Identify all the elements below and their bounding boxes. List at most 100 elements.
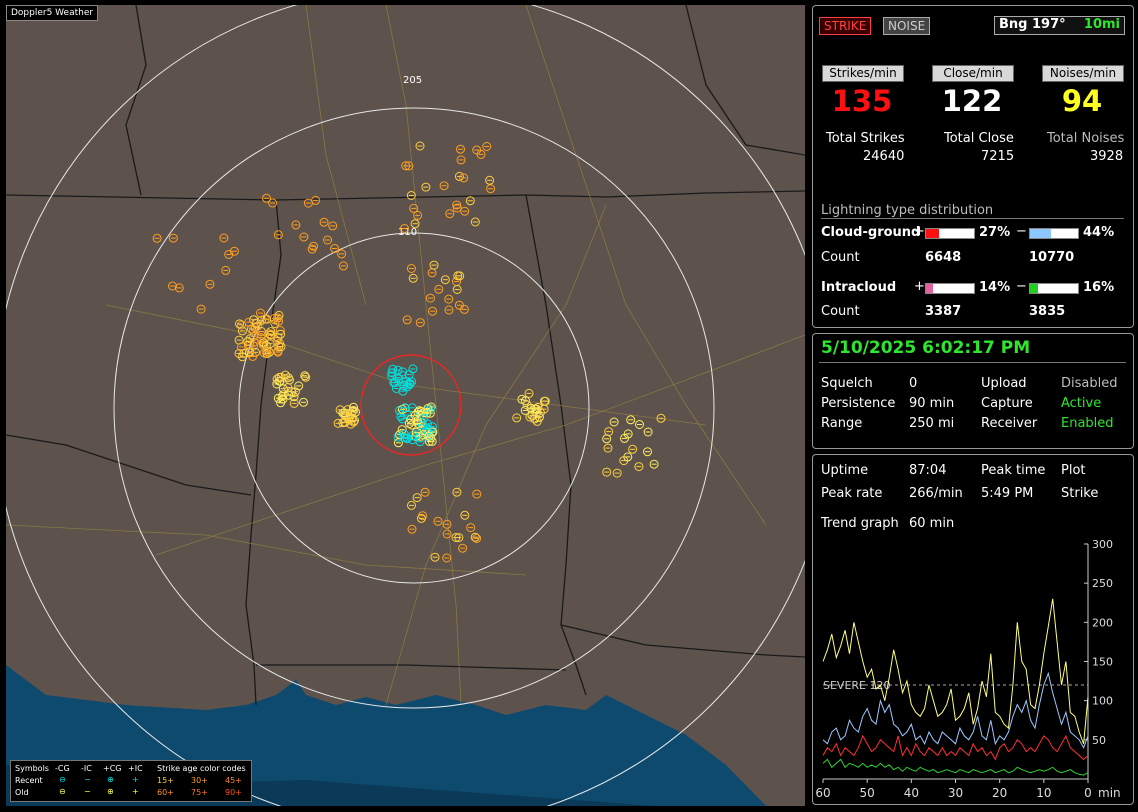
legend-old-pos-cg-icon: ⊕	[107, 787, 114, 796]
y-tick-label: 250	[1092, 577, 1113, 590]
peak-rate-label: Peak rate	[821, 486, 883, 501]
trend-graph: 3002502001501005060 50 40 30 20 10 0 minSEVERE …	[815, 539, 1121, 800]
legend-recent-pos-ic-icon: +	[132, 775, 139, 784]
trend-series-2	[822, 734, 1089, 761]
trend-series-3	[822, 758, 1089, 776]
y-tick-label: 300	[1092, 539, 1113, 551]
ic-count-label: Count	[821, 304, 860, 319]
legend-old-pos-ic-icon: +	[132, 787, 139, 796]
strike-indicator[interactable]: STRIKE	[819, 17, 872, 35]
cg-pos-count: 6648	[925, 250, 962, 265]
cg-count-label: Count	[821, 250, 860, 265]
trend-value[interactable]: 60 min	[909, 516, 954, 531]
total-noises-value: 3928	[1090, 149, 1124, 164]
lightning-map[interactable]: 205 110 Doppler5 Weather Symbols -CG -IC …	[6, 5, 805, 806]
symbol-legend: Symbols -CG -IC +CG +IC Strike age color…	[10, 760, 252, 802]
y-tick-label: 150	[1092, 656, 1113, 669]
capture-label: Capture	[981, 396, 1033, 411]
state-border	[6, 190, 805, 201]
ic-neg-count: 3835	[1029, 304, 1066, 319]
legend-recent-neg-cg-icon: ⊖	[59, 775, 66, 784]
uptime-value: 87:04	[909, 463, 947, 478]
legend-age-45: 45+	[225, 776, 242, 785]
settings-divider	[819, 362, 1126, 363]
datetime: 5/10/2025 6:02:17 PM	[821, 338, 1031, 358]
ic-label: Intracloud	[821, 280, 897, 295]
trend-panel: Uptime 87:04 Peak time Plot Peak rate 26…	[812, 454, 1134, 805]
cg-label: Cloud-ground	[821, 225, 921, 240]
receiver-value: Enabled	[1061, 416, 1114, 431]
cg-pos-bar	[925, 228, 975, 239]
distribution-title: Lightning type distribution	[821, 203, 994, 218]
x-tick-label: 40	[904, 786, 919, 800]
cg-pos-pct: 27%	[979, 225, 1011, 240]
legend-age-90: 90+	[225, 788, 242, 797]
persistence-label: Persistence	[821, 396, 896, 411]
road	[525, 5, 767, 526]
state-border	[6, 434, 252, 496]
upload-value: Disabled	[1061, 376, 1118, 391]
x-tick-label: 10	[1036, 786, 1051, 800]
x-tick-label: 60	[815, 786, 830, 800]
squelch-value: 0	[909, 376, 918, 391]
road	[385, 204, 607, 706]
peak-rate-value: 266/min	[909, 486, 963, 501]
legend-age-60: 60+	[157, 788, 174, 797]
ic-pos-count: 3387	[925, 304, 962, 319]
total-close-label: Total Close	[944, 131, 1014, 146]
total-noises-label: Total Noises	[1047, 131, 1125, 146]
state-border	[256, 664, 567, 671]
y-tick-label: 100	[1092, 695, 1113, 708]
x-tick-label: 50	[860, 786, 875, 800]
total-strikes-label: Total Strikes	[826, 131, 905, 146]
legend-age-15: 15+	[157, 776, 174, 785]
range-label: Range	[821, 416, 863, 431]
noises-min-value: 94	[1061, 84, 1103, 118]
close-min-label: Close/min	[932, 65, 1014, 82]
legend-age-title: Strike age color codes	[157, 764, 246, 773]
trend-series-0	[822, 598, 1089, 744]
peak-time-label: Peak time	[981, 463, 1046, 478]
plot-value[interactable]: Strike	[1061, 486, 1098, 501]
state-border	[685, 5, 805, 156]
legend-neg-cg: -CG	[55, 764, 70, 773]
road	[305, 5, 367, 306]
y-tick-label: 50	[1092, 734, 1106, 747]
legend-symbols-label: Symbols	[15, 764, 49, 773]
legend-recent-pos-cg-icon: ⊕	[107, 775, 114, 784]
ring-label-205: 205	[403, 75, 422, 86]
close-min-value: 122	[941, 84, 1003, 118]
map-title: Doppler5 Weather	[6, 5, 99, 21]
receiver-label: Receiver	[981, 416, 1038, 431]
distance-value: 10mi	[1083, 17, 1120, 32]
total-strikes-value: 24640	[863, 149, 905, 164]
x-axis-label: min	[1098, 786, 1121, 800]
capture-value: Active	[1061, 396, 1102, 411]
uptime-label: Uptime	[821, 463, 869, 478]
legend-pos-ic: +IC	[128, 764, 143, 773]
distribution-divider	[821, 218, 1124, 219]
legend-age-30: 30+	[191, 776, 208, 785]
ic-plus-sign: +	[914, 279, 925, 294]
legend-age-75: 75+	[191, 788, 208, 797]
x-tick-label: 30	[948, 786, 963, 800]
bearing-value: Bng 197°	[999, 17, 1066, 32]
plot-label: Plot	[1061, 463, 1086, 478]
legend-recent-neg-ic-icon: −	[84, 775, 91, 784]
upload-label: Upload	[981, 376, 1027, 391]
legend-old-neg-cg-icon: ⊖	[59, 787, 66, 796]
ic-pos-pct: 14%	[979, 280, 1011, 295]
legend-old-label: Old	[15, 788, 29, 797]
state-border	[560, 624, 805, 658]
map-canvas[interactable]: 205110	[6, 5, 805, 806]
road	[6, 524, 527, 576]
peak-time-value: 5:49 PM	[981, 486, 1034, 501]
noise-indicator[interactable]: NOISE	[883, 17, 931, 35]
strike-status-panel: STRIKE NOISE Bng 197° 10mi Strikes/min C…	[812, 5, 1134, 328]
squelch-label: Squelch	[821, 376, 873, 391]
settings-panel: 5/10/2025 6:02:17 PM Squelch 0 Persisten…	[812, 333, 1134, 449]
legend-neg-ic: -IC	[81, 764, 92, 773]
strikes-min-value: 135	[831, 84, 893, 118]
road	[155, 334, 805, 556]
ic-neg-pct: 16%	[1083, 280, 1115, 295]
